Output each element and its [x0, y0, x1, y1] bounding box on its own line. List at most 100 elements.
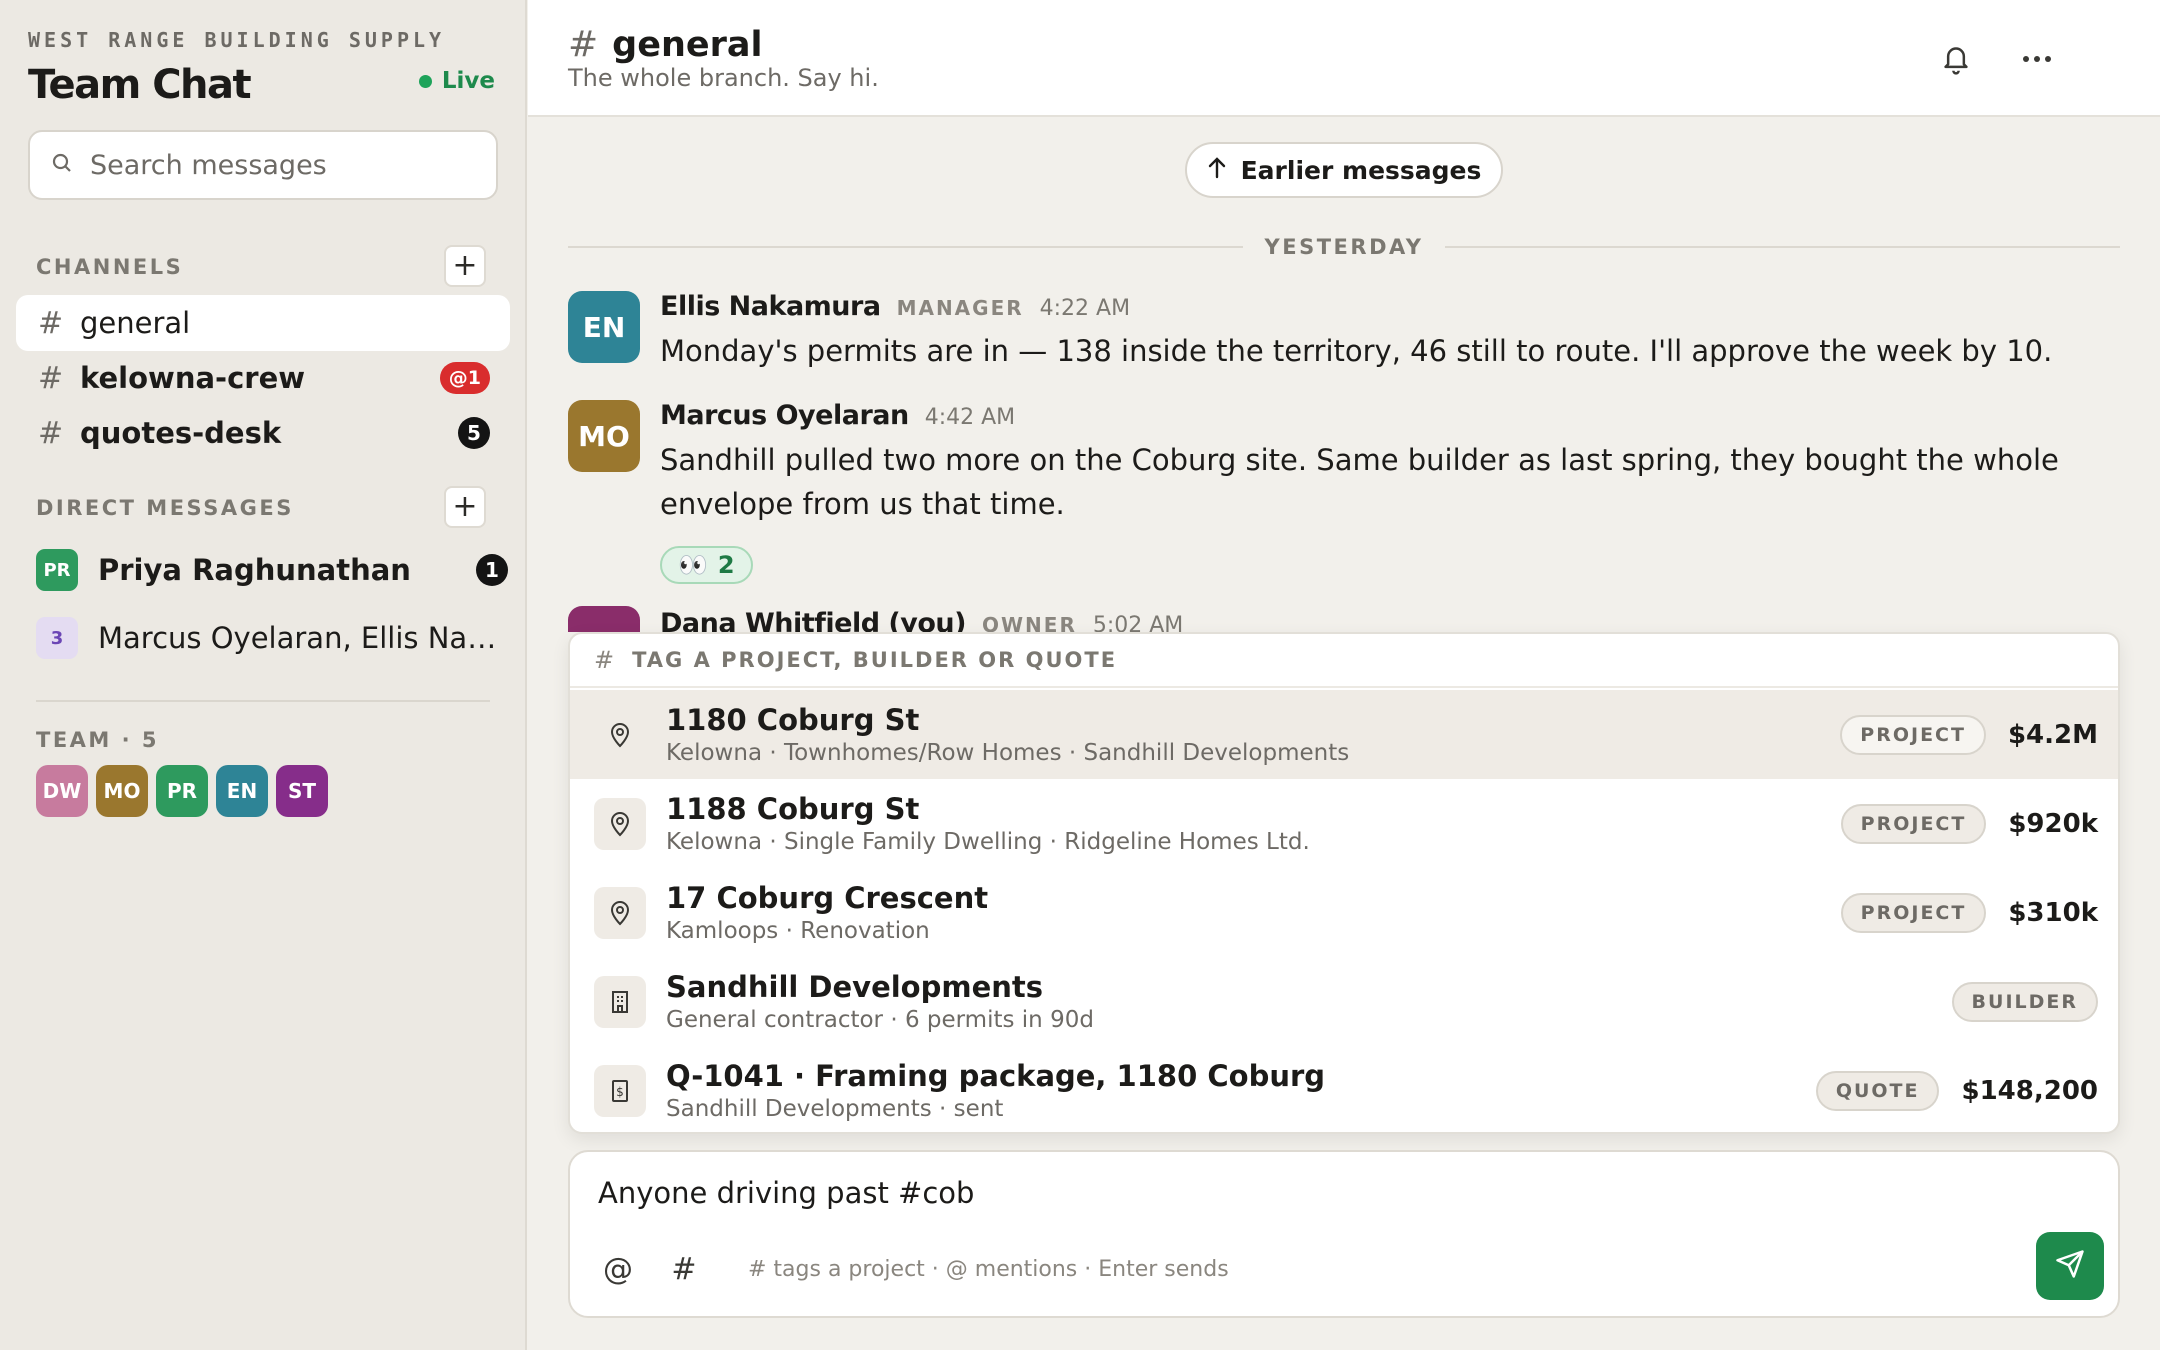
search-input[interactable] [90, 149, 470, 181]
hash-icon: # [568, 24, 599, 65]
live-status: Live [418, 68, 495, 94]
type-tag: PROJECT [1840, 714, 1986, 755]
channel-name: general [80, 306, 191, 340]
tag-option[interactable]: 1188 Coburg St Kelowna · Single Family D… [570, 779, 2118, 868]
option-amount: $310k [2008, 897, 2098, 928]
dm-item-group[interactable]: 3 Marcus Oyelaran, Ellis Nakamura [36, 610, 506, 666]
add-dm-button[interactable]: + [444, 486, 486, 528]
message-text: Sandhill pulled two more on the Coburg s… [660, 443, 2059, 521]
dm-name: Priya Raghunathan [98, 553, 411, 587]
reaction-chip[interactable]: 👀 2 [660, 546, 753, 584]
receipt-icon: $ [594, 1064, 646, 1117]
avatar[interactable]: EN [568, 291, 640, 363]
live-label: Live [441, 68, 495, 94]
unread-badge: 5 [458, 417, 490, 449]
add-channel-button[interactable]: + [444, 245, 486, 287]
tag-option[interactable]: $ Q-1041 · Framing package, 1180 Coburg … [570, 1046, 2118, 1132]
main-panel: # general The whole branch. Say hi. Earl… [528, 0, 2160, 1350]
tag-button[interactable]: # [664, 1252, 704, 1287]
message-author[interactable]: Ellis Nakamura [660, 291, 881, 322]
tag-option[interactable]: Sandhill Developments General contractor… [570, 957, 2118, 1046]
message-input[interactable]: Anyone driving past #cob [598, 1176, 974, 1210]
message-time: 4:42 AM [924, 405, 1016, 430]
svg-text:$: $ [616, 1085, 624, 1099]
message-time: 4:22 AM [1039, 296, 1131, 321]
option-amount: $4.2M [2007, 719, 2098, 750]
earlier-label: Earlier messages [1240, 155, 1482, 185]
tag-option[interactable]: 1180 Coburg St Kelowna · Townhomes/Row H… [570, 690, 2118, 779]
sidebar: WEST RANGE BUILDING SUPPLY Team Chat Liv… [0, 0, 527, 1350]
avatar[interactable]: MO [568, 400, 640, 472]
option-subtitle: Sandhill Developments · sent [666, 1096, 1004, 1122]
avatar: PR [36, 549, 78, 591]
type-tag: QUOTE [1815, 1070, 1940, 1111]
dm-item-priya[interactable]: PR Priya Raghunathan 1 [36, 542, 508, 598]
message-author[interactable]: Marcus Oyelaran [660, 400, 909, 431]
eyes-emoji-icon: 👀 [678, 551, 708, 579]
message: DW Dana Whitfield (you) OWNER 5:02 AM [568, 606, 2128, 632]
mention-button[interactable]: @ [598, 1252, 638, 1287]
unread-badge: 1 [476, 554, 508, 586]
message-time: 5:02 AM [1092, 613, 1184, 632]
avatar[interactable]: DW [568, 606, 640, 632]
arrow-up-icon [1207, 156, 1227, 185]
team-avatars: DW MO PR EN ST [36, 765, 328, 817]
type-tag: PROJECT [1840, 803, 1987, 844]
type-tag: PROJECT [1840, 892, 1987, 933]
channel-item-quotes-desk[interactable]: # quotes-desk 5 [16, 405, 510, 461]
channel-name: quotes-desk [80, 416, 282, 450]
send-button[interactable] [2036, 1232, 2104, 1300]
hash-icon: # [38, 305, 64, 341]
option-subtitle: General contractor · 6 permits in 90d [666, 1007, 1094, 1033]
role-badge: MANAGER [896, 296, 1024, 320]
page-title: # general [568, 24, 763, 65]
bell-icon[interactable] [1933, 36, 1979, 82]
send-icon [2055, 1249, 2085, 1283]
popup-header: # TAG A PROJECT, BUILDER OR QUOTE [570, 634, 2118, 688]
day-separator: YESTERDAY [568, 232, 2120, 262]
avatar[interactable]: DW [36, 765, 88, 817]
map-pin-icon [594, 709, 646, 761]
option-amount: $148,200 [1961, 1075, 2098, 1106]
message-author[interactable]: Dana Whitfield (you) [660, 608, 966, 632]
channel-header: # general The whole branch. Say hi. [528, 0, 2160, 117]
group-avatar: 3 [36, 617, 78, 659]
reaction-count: 2 [717, 551, 735, 579]
avatar[interactable]: ST [276, 765, 328, 817]
map-pin-icon [594, 797, 646, 850]
type-tag: BUILDER [1951, 981, 2098, 1022]
live-dot-icon [418, 74, 432, 88]
map-pin-icon [594, 886, 646, 939]
team-label: TEAM · 5 [36, 728, 160, 752]
hash-icon: # [38, 360, 64, 396]
channel-subtitle: The whole branch. Say hi. [568, 64, 879, 92]
option-title: 1180 Coburg St [666, 703, 920, 737]
search-box[interactable] [28, 130, 498, 200]
building-icon [594, 975, 646, 1028]
search-icon [50, 151, 74, 179]
avatar[interactable]: EN [216, 765, 268, 817]
tag-autocomplete-popup: # TAG A PROJECT, BUILDER OR QUOTE 1180 C… [568, 632, 2120, 1134]
dm-name: Marcus Oyelaran, Ellis Nakamura [98, 621, 498, 655]
more-icon[interactable] [2014, 36, 2060, 82]
message-text: Monday's permits are in — 138 inside the… [660, 334, 2053, 368]
dm-label: DIRECT MESSAGES [36, 496, 294, 520]
option-subtitle: Kelowna · Single Family Dwelling · Ridge… [666, 829, 1310, 855]
avatar[interactable]: MO [96, 765, 148, 817]
channel-name: kelowna-crew [80, 361, 306, 395]
channel-item-kelowna-crew[interactable]: # kelowna-crew @1 [16, 350, 510, 406]
option-title: Q-1041 · Framing package, 1180 Coburg [666, 1059, 1326, 1093]
avatar[interactable]: PR [156, 765, 208, 817]
app-title: Team Chat [28, 62, 252, 108]
option-amount: $920k [2008, 808, 2098, 839]
hash-icon: # [38, 415, 64, 451]
tag-option[interactable]: 17 Coburg Crescent Kamloops · Renovation… [570, 868, 2118, 957]
hash-icon: # [594, 646, 615, 674]
channels-label: CHANNELS [36, 255, 184, 279]
popup-label: TAG A PROJECT, BUILDER OR QUOTE [632, 648, 1118, 672]
channel-item-general[interactable]: # general [16, 295, 510, 351]
earlier-messages-button[interactable]: Earlier messages [1185, 142, 1503, 198]
day-label: YESTERDAY [1264, 235, 1424, 259]
channel-title: general [612, 24, 763, 65]
option-subtitle: Kelowna · Townhomes/Row Homes · Sandhill… [666, 740, 1350, 766]
